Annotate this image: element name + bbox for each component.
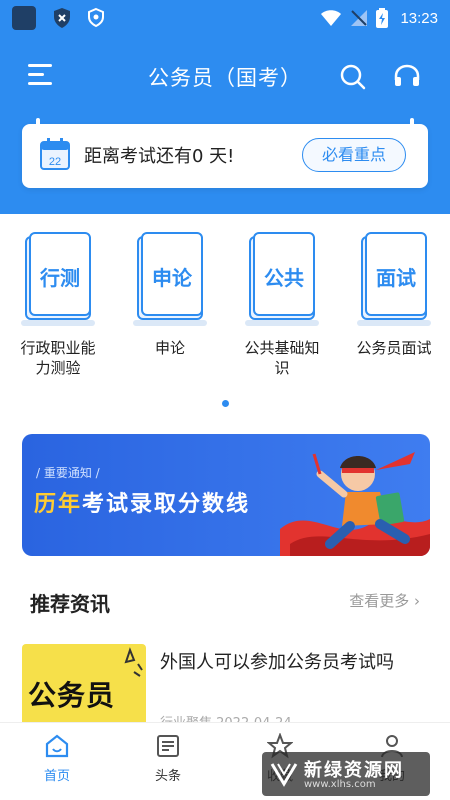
watermark-url: www.xlhs.com — [304, 779, 376, 790]
book-label: 行测 — [40, 266, 80, 290]
tab-label: 头条 — [154, 769, 181, 784]
tab-headlines[interactable]: 头条 — [133, 733, 203, 784]
banner-title-highlight: 历年 — [34, 492, 83, 517]
category-gonggong[interactable]: 公共 公共基础知识 — [232, 232, 332, 378]
category-name: 力测验 — [35, 359, 81, 377]
category-grid: 行测 行政职业能力测验 申论 申论 公共 公共基础知识 面试 公务员面试 — [0, 232, 450, 392]
news-icon — [157, 735, 179, 757]
page-indicator-dot — [222, 400, 229, 407]
page-title: 公务员（国考） — [148, 66, 302, 90]
status-bar: 13:23 — [0, 0, 450, 36]
security-icon — [88, 7, 104, 28]
key-points-button[interactable]: 必看重点 — [302, 138, 406, 172]
banner-title-rest: 考试录取分数线 — [82, 492, 251, 517]
chevron-right-icon: › — [414, 592, 420, 610]
news-thumbnail[interactable]: 公务员 — [22, 644, 146, 734]
countdown-text: 距离考试还有0 天! — [84, 146, 235, 167]
book-icon: 行测 — [21, 232, 95, 326]
watermark: 新绿资源网 www.xlhs.com — [262, 752, 430, 796]
news-title[interactable]: 外国人可以参加公务员考试吗 — [160, 648, 430, 674]
book-label: 面试 — [376, 266, 416, 290]
book-icon: 申论 — [133, 232, 207, 326]
book-label: 申论 — [152, 266, 192, 290]
tab-home[interactable]: 首页 — [22, 733, 92, 784]
promo-banner[interactable]: / 重要通知 / 历年考试录取分数线 — [22, 434, 430, 556]
watermark-logo-icon — [270, 763, 298, 787]
shield-icon — [54, 8, 70, 28]
category-name: 行政职业能 — [20, 339, 96, 357]
banner-notice: / 重要通知 / — [36, 466, 100, 480]
thumbnail-text: 公务员 — [28, 679, 116, 712]
wifi-icon — [321, 10, 342, 26]
category-xingce[interactable]: 行测 行政职业能力测验 — [8, 232, 108, 378]
view-more-link[interactable]: 查看更多 › — [349, 590, 420, 611]
category-name: 申论 — [154, 339, 185, 357]
app-header: 公务员（国考） — [0, 50, 450, 102]
category-name: 公共基础知 — [244, 339, 320, 357]
app-notification-icon — [12, 6, 36, 30]
student-illustration — [280, 452, 430, 556]
tab-label: 首页 — [43, 769, 70, 784]
headset-icon[interactable] — [392, 62, 422, 92]
signal-icon — [351, 10, 368, 26]
search-icon[interactable] — [338, 62, 368, 92]
book-icon: 面试 — [357, 232, 431, 326]
calendar-day: 22 — [49, 156, 61, 168]
calendar-icon: 22 — [40, 138, 70, 170]
book-label: 公共 — [264, 266, 304, 290]
banner-title: 历年考试录取分数线 — [34, 486, 250, 518]
category-name: 公务员面试 — [356, 339, 432, 357]
section-title: 推荐资讯 — [30, 592, 110, 616]
view-more-label: 查看更多 — [349, 592, 410, 610]
home-icon — [45, 734, 69, 758]
category-name: 识 — [274, 359, 290, 377]
status-time: 13:23 — [400, 9, 438, 27]
book-icon: 公共 — [245, 232, 319, 326]
battery-icon — [376, 8, 389, 28]
category-mianshi[interactable]: 面试 公务员面试 — [344, 232, 444, 358]
category-shenlun[interactable]: 申论 申论 — [120, 232, 220, 358]
exam-countdown-card: 22 距离考试还有0 天! 必看重点 — [22, 118, 428, 188]
